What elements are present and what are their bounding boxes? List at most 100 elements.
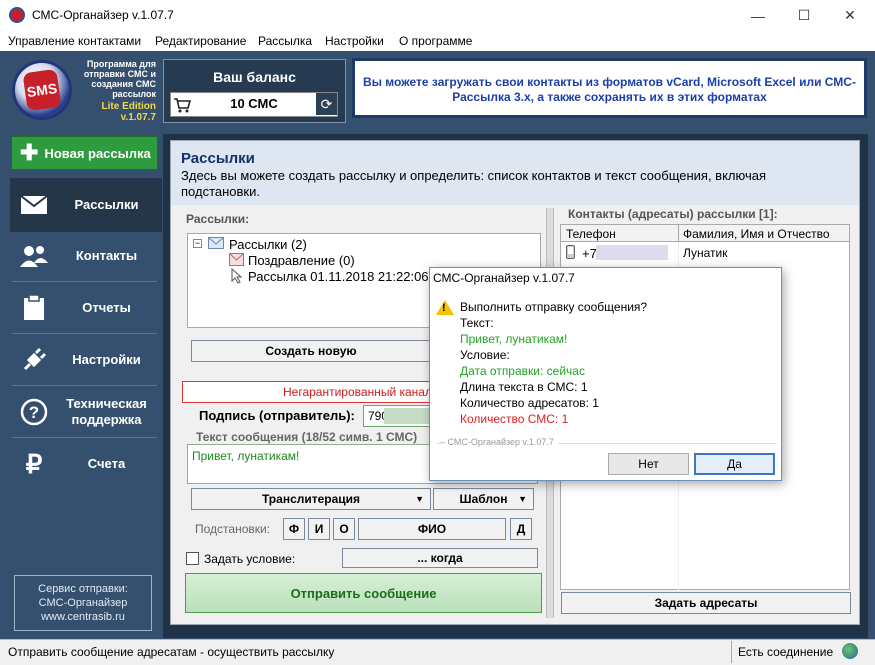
edition-name: Lite Edition: [101, 101, 156, 112]
dialog-footer: – СМС-Органайзер v.1.07.7: [440, 437, 558, 447]
condition-label: Задать условие:: [204, 552, 296, 566]
cursor-icon: [231, 267, 243, 287]
new-mailing-label: Новая рассылка: [44, 145, 151, 161]
menu-about[interactable]: О программе: [399, 34, 472, 48]
sidebar-item-reports[interactable]: Отчеты: [12, 282, 157, 334]
tree-root[interactable]: Рассылки (2): [229, 237, 307, 252]
balance-title: Ваш баланс: [213, 69, 296, 85]
sidebar-item-label: Рассылки: [74, 197, 139, 212]
app-icon: [9, 7, 25, 23]
page-description: Здесь вы можете создать рассылку и опред…: [181, 168, 767, 199]
sidebar-item-support[interactable]: ? Техническая поддержка: [12, 386, 157, 438]
edition-version: v.1.07.7: [120, 112, 156, 123]
sidebar-item-contacts[interactable]: Контакты: [12, 230, 157, 282]
sidebar-item-settings[interactable]: Настройки: [12, 334, 157, 386]
signature-redacted: [384, 408, 430, 424]
tree-collapse-toggle[interactable]: −: [193, 239, 202, 248]
close-button[interactable]: ✕: [827, 0, 873, 31]
page-title: Рассылки: [181, 150, 255, 167]
dialog-recipients: Количество адресатов: 1: [460, 396, 599, 410]
sidebar-item-label: Счета: [87, 456, 126, 471]
minimize-button[interactable]: —: [735, 0, 781, 31]
logo-caption: Программа для отправки СМС и создания СМ…: [83, 59, 156, 99]
sidebar-item-invoices[interactable]: ₽ Счета: [12, 438, 157, 490]
question-icon: ?: [12, 398, 56, 426]
dropdown-arrow-icon: ▼: [518, 494, 527, 504]
service-link[interactable]: www.centrasib.ru: [15, 610, 151, 624]
subst-surname-button[interactable]: Ф: [283, 518, 305, 540]
column-name[interactable]: Фамилия, Имя и Отчество: [683, 227, 830, 241]
tree-item-mailing[interactable]: Рассылка 01.11.2018 21:22:06: [248, 269, 429, 284]
condition-when-button[interactable]: ... когда: [342, 548, 538, 568]
sidebar-item-label: Контакты: [75, 247, 138, 263]
maximize-button[interactable]: ☐: [781, 0, 827, 31]
dialog-text-value: Привет, лунатикам!: [460, 332, 568, 346]
no-button[interactable]: Нет: [608, 453, 689, 475]
envelope-icon: [12, 195, 56, 215]
dialog-condition-value: Дата отправки: сейчас: [460, 364, 585, 378]
contact-name: Лунатик: [683, 246, 728, 260]
info-banner: Вы можете загружать свои контакты из фор…: [352, 58, 867, 118]
people-icon: [12, 244, 56, 268]
connection-status: Есть соединение: [738, 645, 834, 659]
dialog-condition-label: Условие:: [460, 348, 510, 362]
card-envelope-icon: [229, 253, 244, 269]
status-separator: [731, 641, 732, 663]
menu-mailing[interactable]: Рассылка: [258, 34, 312, 48]
menu-contacts[interactable]: Управление контактами: [8, 34, 141, 48]
phone-icon: [566, 245, 575, 262]
set-recipients-button[interactable]: Задать адресаты: [561, 592, 851, 614]
service-line-2: СМС-Органайзер: [38, 597, 128, 609]
subst-patronymic-button[interactable]: О: [333, 518, 355, 540]
globe-icon: [842, 643, 858, 659]
svg-text:?: ?: [29, 403, 39, 422]
clipboard-icon: [12, 294, 56, 321]
mailings-group-label: Рассылки:: [186, 212, 250, 226]
refresh-icon[interactable]: ⟳: [316, 93, 337, 115]
service-info: Сервис отправки: СМС-Органайзер www.cent…: [14, 575, 152, 631]
create-new-button[interactable]: Создать новую: [191, 340, 431, 362]
column-phone[interactable]: Телефон: [566, 227, 616, 241]
sidebar-item-mailings[interactable]: Рассылки: [12, 179, 157, 231]
sidebar-item-label: Настройки: [72, 351, 141, 367]
subst-name-button[interactable]: И: [308, 518, 330, 540]
subst-fullname-button[interactable]: ФИО: [358, 518, 506, 540]
plus-icon: ✚: [20, 140, 39, 165]
sidebar-item-label: Отчеты: [82, 299, 131, 315]
logo-mark: SMS: [22, 68, 62, 112]
menu-settings[interactable]: Настройки: [325, 34, 384, 48]
phone-redacted: [596, 245, 668, 260]
window-title: СМС-Органайзер v.1.07.7: [32, 8, 174, 22]
status-text: Отправить сообщение адресатам - осуществ…: [8, 645, 335, 659]
transliteration-dropdown[interactable]: Транслитерация ▼: [191, 488, 431, 510]
dropdown-arrow-icon: ▼: [415, 494, 424, 504]
logo-edition: Lite Edition v.1.07.7: [76, 101, 156, 123]
subst-date-button[interactable]: Д: [510, 518, 532, 540]
cart-icon[interactable]: [171, 93, 193, 116]
contact-phone: +7: [582, 246, 597, 261]
service-line-1: Сервис отправки:: [38, 583, 128, 595]
condition-checkbox[interactable]: [186, 552, 199, 565]
signature-label: Подпись (отправитель):: [199, 408, 355, 423]
dialog-sms-count: Количество СМС: 1: [460, 412, 569, 426]
new-mailing-button[interactable]: ✚ Новая рассылка: [11, 136, 158, 170]
ruble-icon: ₽: [25, 448, 43, 479]
send-message-button[interactable]: Отправить сообщение: [185, 573, 542, 613]
template-label: Шаблон: [459, 492, 508, 506]
substitutions-label: Подстановки:: [195, 522, 271, 536]
dialog-title: СМС-Органайзер v.1.07.7: [433, 271, 575, 285]
menu-edit[interactable]: Редактирование: [155, 34, 246, 48]
dialog-text-label: Текст:: [460, 316, 494, 330]
sms-logo: SMS: [12, 60, 72, 120]
tree-item-greeting[interactable]: Поздравление (0): [248, 253, 355, 268]
dialog-question: Выполнить отправку сообщения?: [460, 300, 648, 314]
balance-value: 10 СМС: [230, 96, 278, 111]
template-dropdown[interactable]: Шаблон ▼: [433, 488, 534, 510]
yes-button[interactable]: Да: [694, 453, 775, 475]
plug-icon: [12, 347, 56, 373]
message-label: Текст сообщения (18/52 симв. 1 СМС): [196, 430, 418, 444]
folder-envelope-icon: [208, 237, 224, 252]
contacts-group-label: Контакты (адресаты) рассылки [1]:: [568, 207, 778, 221]
sidebar-item-label: Техническая поддержка: [66, 395, 147, 427]
column-separator: [678, 225, 679, 242]
